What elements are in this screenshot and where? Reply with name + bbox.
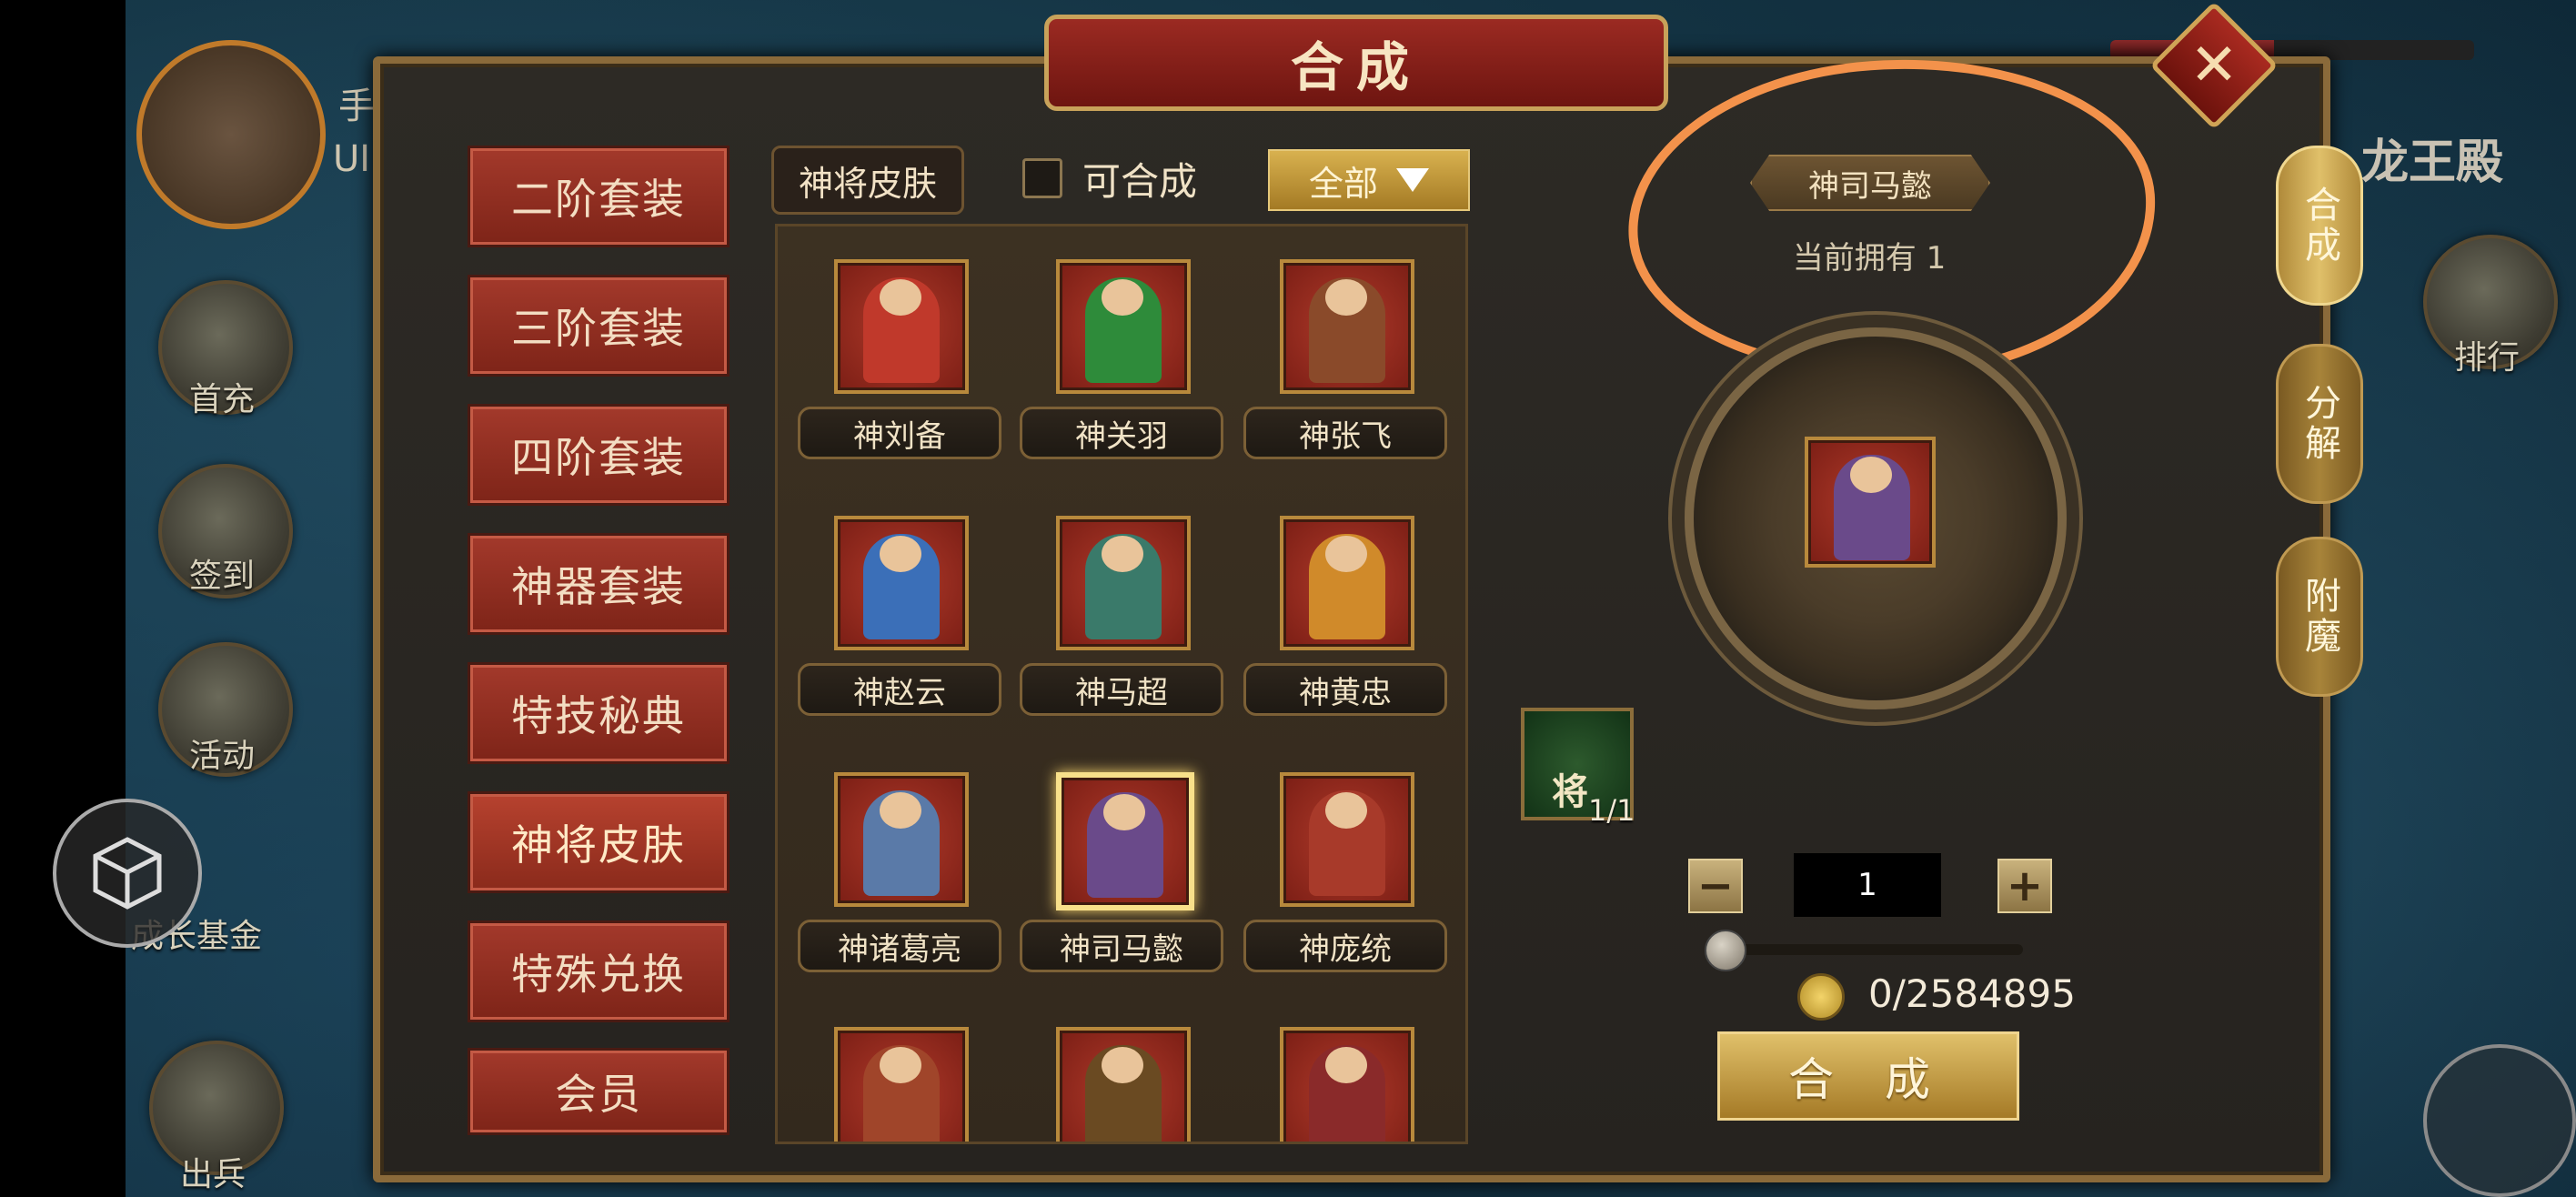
category-4[interactable]: 特技秘典 (468, 662, 730, 764)
item-figure-head (1325, 1047, 1367, 1083)
window-title-bar: 合成 (1044, 15, 1668, 111)
category-2[interactable]: 四阶套装 (468, 404, 730, 506)
tab-1[interactable]: 分解 (2276, 344, 2363, 504)
dropdown-arrow-icon (1396, 168, 1429, 192)
event-label: 活动 (188, 738, 255, 775)
item-name-tag: 神张飞 (1243, 407, 1447, 459)
location-label: 龙王殿 (2361, 136, 2504, 190)
category-6[interactable]: 特殊兑换 (468, 920, 730, 1022)
quantity-field[interactable]: 1 (1794, 853, 1941, 917)
item-slot[interactable] (1056, 516, 1191, 650)
item-figure-head (1102, 1047, 1143, 1083)
item-figure-head (1325, 279, 1367, 316)
item-name-tag: 神马超 (1020, 663, 1223, 716)
target-figure-head (1850, 457, 1892, 493)
item-slot[interactable] (834, 516, 969, 650)
item-slot[interactable] (834, 259, 969, 394)
target-name: 神司马懿 (1750, 155, 1990, 211)
category-5[interactable]: 神将皮肤 (468, 791, 730, 893)
cube-icon (93, 837, 162, 910)
floating-cube-button[interactable] (53, 799, 202, 948)
item-slot[interactable] (1280, 772, 1414, 907)
owned-count: 当前拥有 1 (1792, 240, 1947, 277)
category-0[interactable]: 二阶套装 (468, 146, 730, 247)
item-grid: 神刘备 神关羽 神张飞神赵云 神马超 神黄忠神诸葛亮 神司马懿 神庞统 (775, 224, 1468, 1144)
item-name-tag: 神诸葛亮 (798, 920, 1001, 972)
material-count: 1/1 (1588, 793, 1635, 828)
game-screen: 手 UID 龙王殿 首充 签到 活动 成长基金 出兵 排行 合成 ✕ 神将皮肤 … (0, 0, 2576, 1197)
ranking-label: 排行 (2453, 339, 2520, 377)
item-slot[interactable] (1280, 259, 1414, 394)
cost-text: 0/2584895 (1868, 971, 2076, 1016)
coin-icon (1797, 973, 1845, 1021)
item-name-tag: 神关羽 (1020, 407, 1223, 459)
filter-dropdown[interactable]: 全部 (1268, 149, 1470, 211)
item-figure-head (880, 279, 921, 316)
player-name: 手 (338, 86, 375, 127)
target-item-slot[interactable] (1805, 437, 1936, 568)
window-title: 合成 (1290, 36, 1422, 98)
item-slot[interactable] (1056, 259, 1191, 394)
item-name-tag: 神黄忠 (1243, 663, 1447, 716)
menu-button[interactable] (2423, 1044, 2576, 1197)
item-figure-head (880, 792, 921, 829)
quantity-slider[interactable] (1706, 944, 2023, 955)
item-slot[interactable] (1280, 1027, 1414, 1142)
dispatch-label: 出兵 (179, 1156, 246, 1193)
tab-0[interactable]: 合成 (2276, 146, 2363, 306)
filter-dropdown-value: 全部 (1308, 163, 1378, 204)
material-glyph: 将 (1552, 771, 1588, 813)
item-slot[interactable] (1056, 772, 1194, 910)
category-1[interactable]: 三阶套装 (468, 275, 730, 377)
first-recharge-label: 首充 (188, 381, 255, 418)
category-7[interactable]: 会员 (468, 1048, 730, 1135)
item-figure-head (1102, 536, 1143, 572)
craftable-checkbox[interactable] (1022, 158, 1062, 198)
close-icon[interactable]: ✕ (2168, 20, 2259, 111)
item-figure-head (1103, 794, 1145, 830)
item-figure-head (1325, 792, 1367, 829)
tab-2[interactable]: 附魔 (2276, 537, 2363, 697)
plus-button[interactable]: + (1997, 859, 2052, 913)
item-name-tag: 神庞统 (1243, 920, 1447, 972)
filter-type-label: 神将皮肤 (771, 146, 964, 215)
item-figure-head (880, 536, 921, 572)
item-slot[interactable] (1056, 1027, 1191, 1142)
item-figure-head (1325, 536, 1367, 572)
sign-in-label: 签到 (188, 558, 255, 595)
item-slot[interactable] (1280, 516, 1414, 650)
item-name-tag: 神刘备 (798, 407, 1001, 459)
item-name-tag: 神赵云 (798, 663, 1001, 716)
slider-handle[interactable] (1705, 930, 1746, 971)
item-slot[interactable] (834, 1027, 969, 1142)
compose-button[interactable]: 合 成 (1717, 1031, 2019, 1121)
item-slot[interactable] (834, 772, 969, 907)
craftable-label[interactable]: 可合成 (1082, 151, 1197, 206)
avatar[interactable] (136, 40, 326, 229)
category-3[interactable]: 神器套装 (468, 533, 730, 635)
item-figure-head (880, 1047, 921, 1083)
minus-button[interactable]: − (1688, 859, 1743, 913)
item-figure-head (1102, 279, 1143, 316)
item-name-tag: 神司马懿 (1020, 920, 1223, 972)
